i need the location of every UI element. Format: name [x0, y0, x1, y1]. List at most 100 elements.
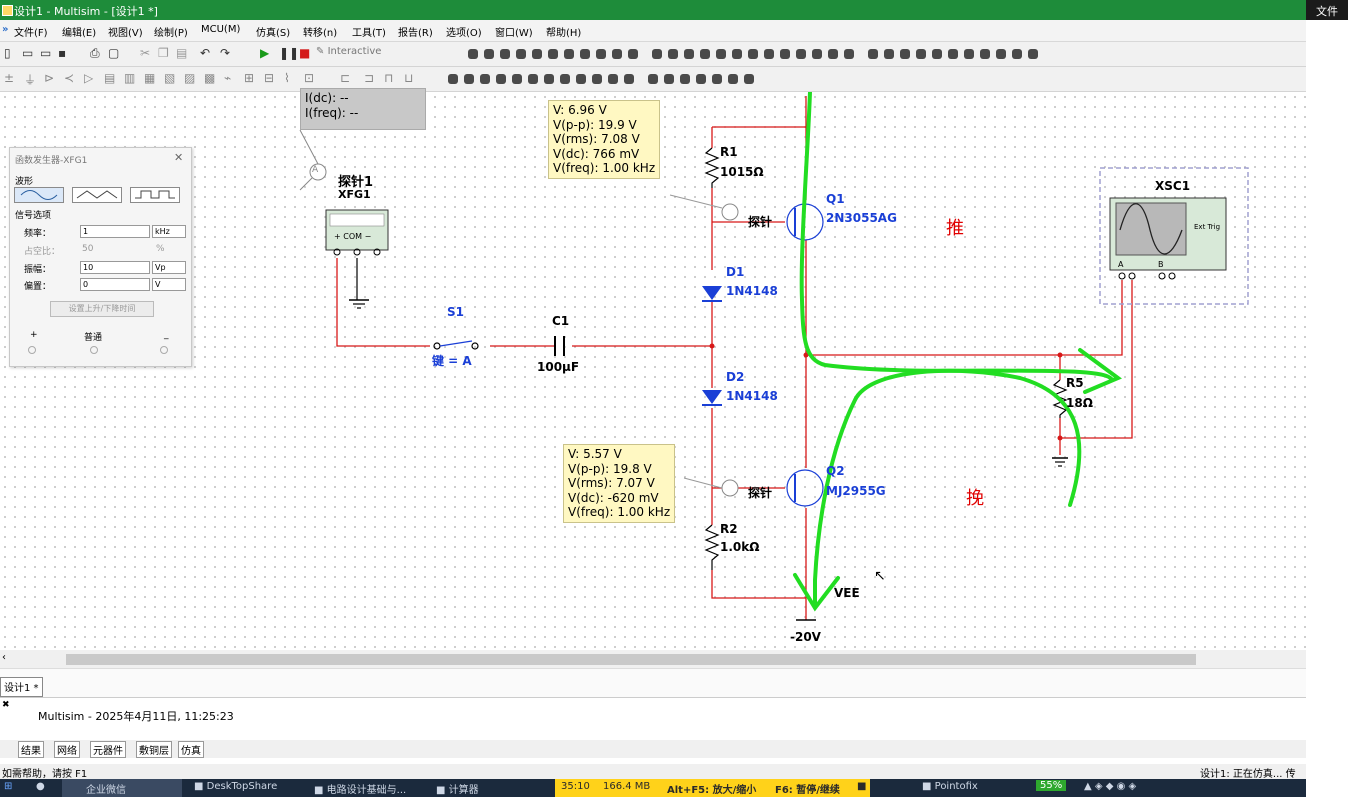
- toolbar-instrument-icon[interactable]: [512, 74, 522, 84]
- toolbar-instrument-icon[interactable]: [668, 49, 678, 59]
- run-icon[interactable]: ▶: [260, 46, 269, 60]
- battery-indicator[interactable]: 55%: [1036, 780, 1067, 791]
- toolbar-instrument-icon[interactable]: [932, 49, 942, 59]
- toolbar-instrument-icon[interactable]: [528, 74, 538, 84]
- toolbar-instrument-icon[interactable]: [948, 49, 958, 59]
- analog-icon[interactable]: ▷: [84, 71, 93, 85]
- toolbar-instrument-icon[interactable]: [828, 49, 838, 59]
- taskbar-pointofix[interactable]: ■ Pointofix: [922, 781, 978, 792]
- toolbar-instrument-icon[interactable]: [680, 74, 690, 84]
- toolbar-instrument-icon[interactable]: [516, 49, 526, 59]
- diode-icon[interactable]: ⊳: [44, 71, 54, 85]
- undo-icon[interactable]: ↶: [200, 46, 210, 60]
- electromech-icon[interactable]: ⊡: [304, 71, 314, 85]
- toolbar-instrument-icon[interactable]: [496, 74, 506, 84]
- copy-icon[interactable]: ❐: [158, 46, 169, 60]
- taskbar-wecom[interactable]: 企业微信: [62, 779, 182, 797]
- new-file-icon[interactable]: ▯: [4, 46, 11, 60]
- place-bus-icon[interactable]: ⊏: [340, 71, 350, 85]
- s1-key[interactable]: 键 = A: [432, 352, 472, 369]
- toolbar-instrument-icon[interactable]: [780, 49, 790, 59]
- toolbar-instrument-icon[interactable]: [812, 49, 822, 59]
- tab-nets[interactable]: 网络: [54, 741, 80, 758]
- toolbar-instrument-icon[interactable]: [448, 74, 458, 84]
- taskbar-desktopshare[interactable]: ■ DeskTopShare: [194, 781, 277, 792]
- amplitude-unit[interactable]: Vp: [152, 261, 186, 274]
- taskbar-calculator[interactable]: ■ 计算器: [436, 781, 479, 796]
- toolbar-instrument-icon[interactable]: [700, 49, 710, 59]
- recording-stop-icon[interactable]: ■: [857, 781, 866, 792]
- save-icon[interactable]: ▪: [58, 46, 66, 60]
- function-generator-panel[interactable]: 函数发生器-XFG1 ✕ 波形 信号选项 频率： 1 kHz 占空比： 50 %…: [9, 147, 192, 367]
- toolbar-instrument-icon[interactable]: [728, 74, 738, 84]
- square-wave-button[interactable]: [130, 187, 180, 203]
- stop-icon[interactable]: ■: [299, 46, 310, 60]
- toolbar-instrument-icon[interactable]: [480, 74, 490, 84]
- toolbar-instrument-icon[interactable]: [500, 49, 510, 59]
- menu-simulate[interactable]: 仿真(S): [256, 24, 290, 39]
- place-hierarchical-icon[interactable]: ⊓: [384, 71, 393, 85]
- toolbar-instrument-icon[interactable]: [532, 49, 542, 59]
- tray-icons[interactable]: ▲ ◈ ◆ ◉ ◈: [1084, 781, 1136, 792]
- toolbar-instrument-icon[interactable]: [624, 74, 634, 84]
- menu-expand-icon[interactable]: »: [2, 24, 8, 35]
- tab-results[interactable]: 结果: [18, 741, 44, 758]
- frequency-input[interactable]: 1: [80, 225, 150, 238]
- pause-icon[interactable]: ❚❚: [279, 46, 299, 60]
- sine-wave-button[interactable]: [14, 187, 64, 203]
- menu-reports[interactable]: 报告(R): [398, 24, 433, 39]
- toolbar-instrument-icon[interactable]: [484, 49, 494, 59]
- tab-components[interactable]: 元器件: [90, 741, 126, 758]
- pane-close-icon[interactable]: ✖: [2, 700, 10, 710]
- tab-copper-layers[interactable]: 敷铜层: [136, 741, 172, 758]
- toolbar-instrument-icon[interactable]: [464, 74, 474, 84]
- power-icon[interactable]: ⌁: [224, 71, 231, 85]
- toolbar-instrument-icon[interactable]: [576, 74, 586, 84]
- toolbar-instrument-icon[interactable]: [548, 49, 558, 59]
- toolbar-instrument-icon[interactable]: [560, 74, 570, 84]
- place-text-icon[interactable]: ⊔: [404, 71, 413, 85]
- toolbar-instrument-icon[interactable]: [732, 49, 742, 59]
- basic-icon[interactable]: ⏚: [24, 71, 36, 88]
- menu-window[interactable]: 窗口(W): [495, 24, 533, 39]
- toolbar-instrument-icon[interactable]: [916, 49, 926, 59]
- menu-help[interactable]: 帮助(H): [546, 24, 581, 39]
- scrollbar-thumb[interactable]: [66, 654, 1196, 665]
- search-icon[interactable]: ●: [36, 781, 45, 792]
- mixed-icon[interactable]: ▨: [184, 71, 195, 85]
- redo-icon[interactable]: ↷: [220, 46, 230, 60]
- toolbar-instrument-icon[interactable]: [900, 49, 910, 59]
- scroll-left-icon[interactable]: ‹: [2, 652, 6, 663]
- ttl-icon[interactable]: ▤: [104, 71, 115, 85]
- rf-icon[interactable]: ⌇: [284, 71, 290, 85]
- toolbar-instrument-icon[interactable]: [716, 49, 726, 59]
- toolbar-instrument-icon[interactable]: [592, 74, 602, 84]
- print-icon[interactable]: ⎙: [90, 46, 100, 61]
- close-icon[interactable]: ✕: [174, 151, 183, 164]
- rise-fall-time-button[interactable]: 设置上升/下降时间: [50, 301, 154, 317]
- tab-simulation[interactable]: 仿真: [178, 741, 204, 758]
- toolbar-instrument-icon[interactable]: [744, 74, 754, 84]
- common-terminal[interactable]: [90, 346, 98, 354]
- toolbar-instrument-icon[interactable]: [748, 49, 758, 59]
- amplitude-input[interactable]: 10: [80, 261, 150, 274]
- toolbar-instrument-icon[interactable]: [580, 49, 590, 59]
- toolbar-instrument-icon[interactable]: [544, 74, 554, 84]
- taskbar-circuit-doc[interactable]: ■ 电路设计基础与...: [314, 781, 406, 796]
- start-icon[interactable]: ⊞: [4, 781, 12, 792]
- interactive-mode[interactable]: ✎ Interactive: [316, 46, 381, 57]
- indicator-icon[interactable]: ▩: [204, 71, 215, 85]
- toolbar-instrument-icon[interactable]: [596, 49, 606, 59]
- horizontal-scrollbar[interactable]: ‹: [0, 650, 1306, 668]
- toolbar-instrument-icon[interactable]: [868, 49, 878, 59]
- toolbar-instrument-icon[interactable]: [648, 74, 658, 84]
- toolbar-instrument-icon[interactable]: [796, 49, 806, 59]
- schematic-canvas[interactable]: I(dc): -- I(freq): -- A 探针 1 XFG1 + COM −…: [0, 88, 1306, 650]
- toolbar-instrument-icon[interactable]: [764, 49, 774, 59]
- place-connector-icon[interactable]: ⊐: [364, 71, 374, 85]
- toolbar-instrument-icon[interactable]: [712, 74, 722, 84]
- menu-place[interactable]: 绘制(P): [154, 24, 188, 39]
- cmos-icon[interactable]: ▥: [124, 71, 135, 85]
- toolbar-instrument-icon[interactable]: [468, 49, 478, 59]
- source-icon[interactable]: ±: [4, 71, 14, 85]
